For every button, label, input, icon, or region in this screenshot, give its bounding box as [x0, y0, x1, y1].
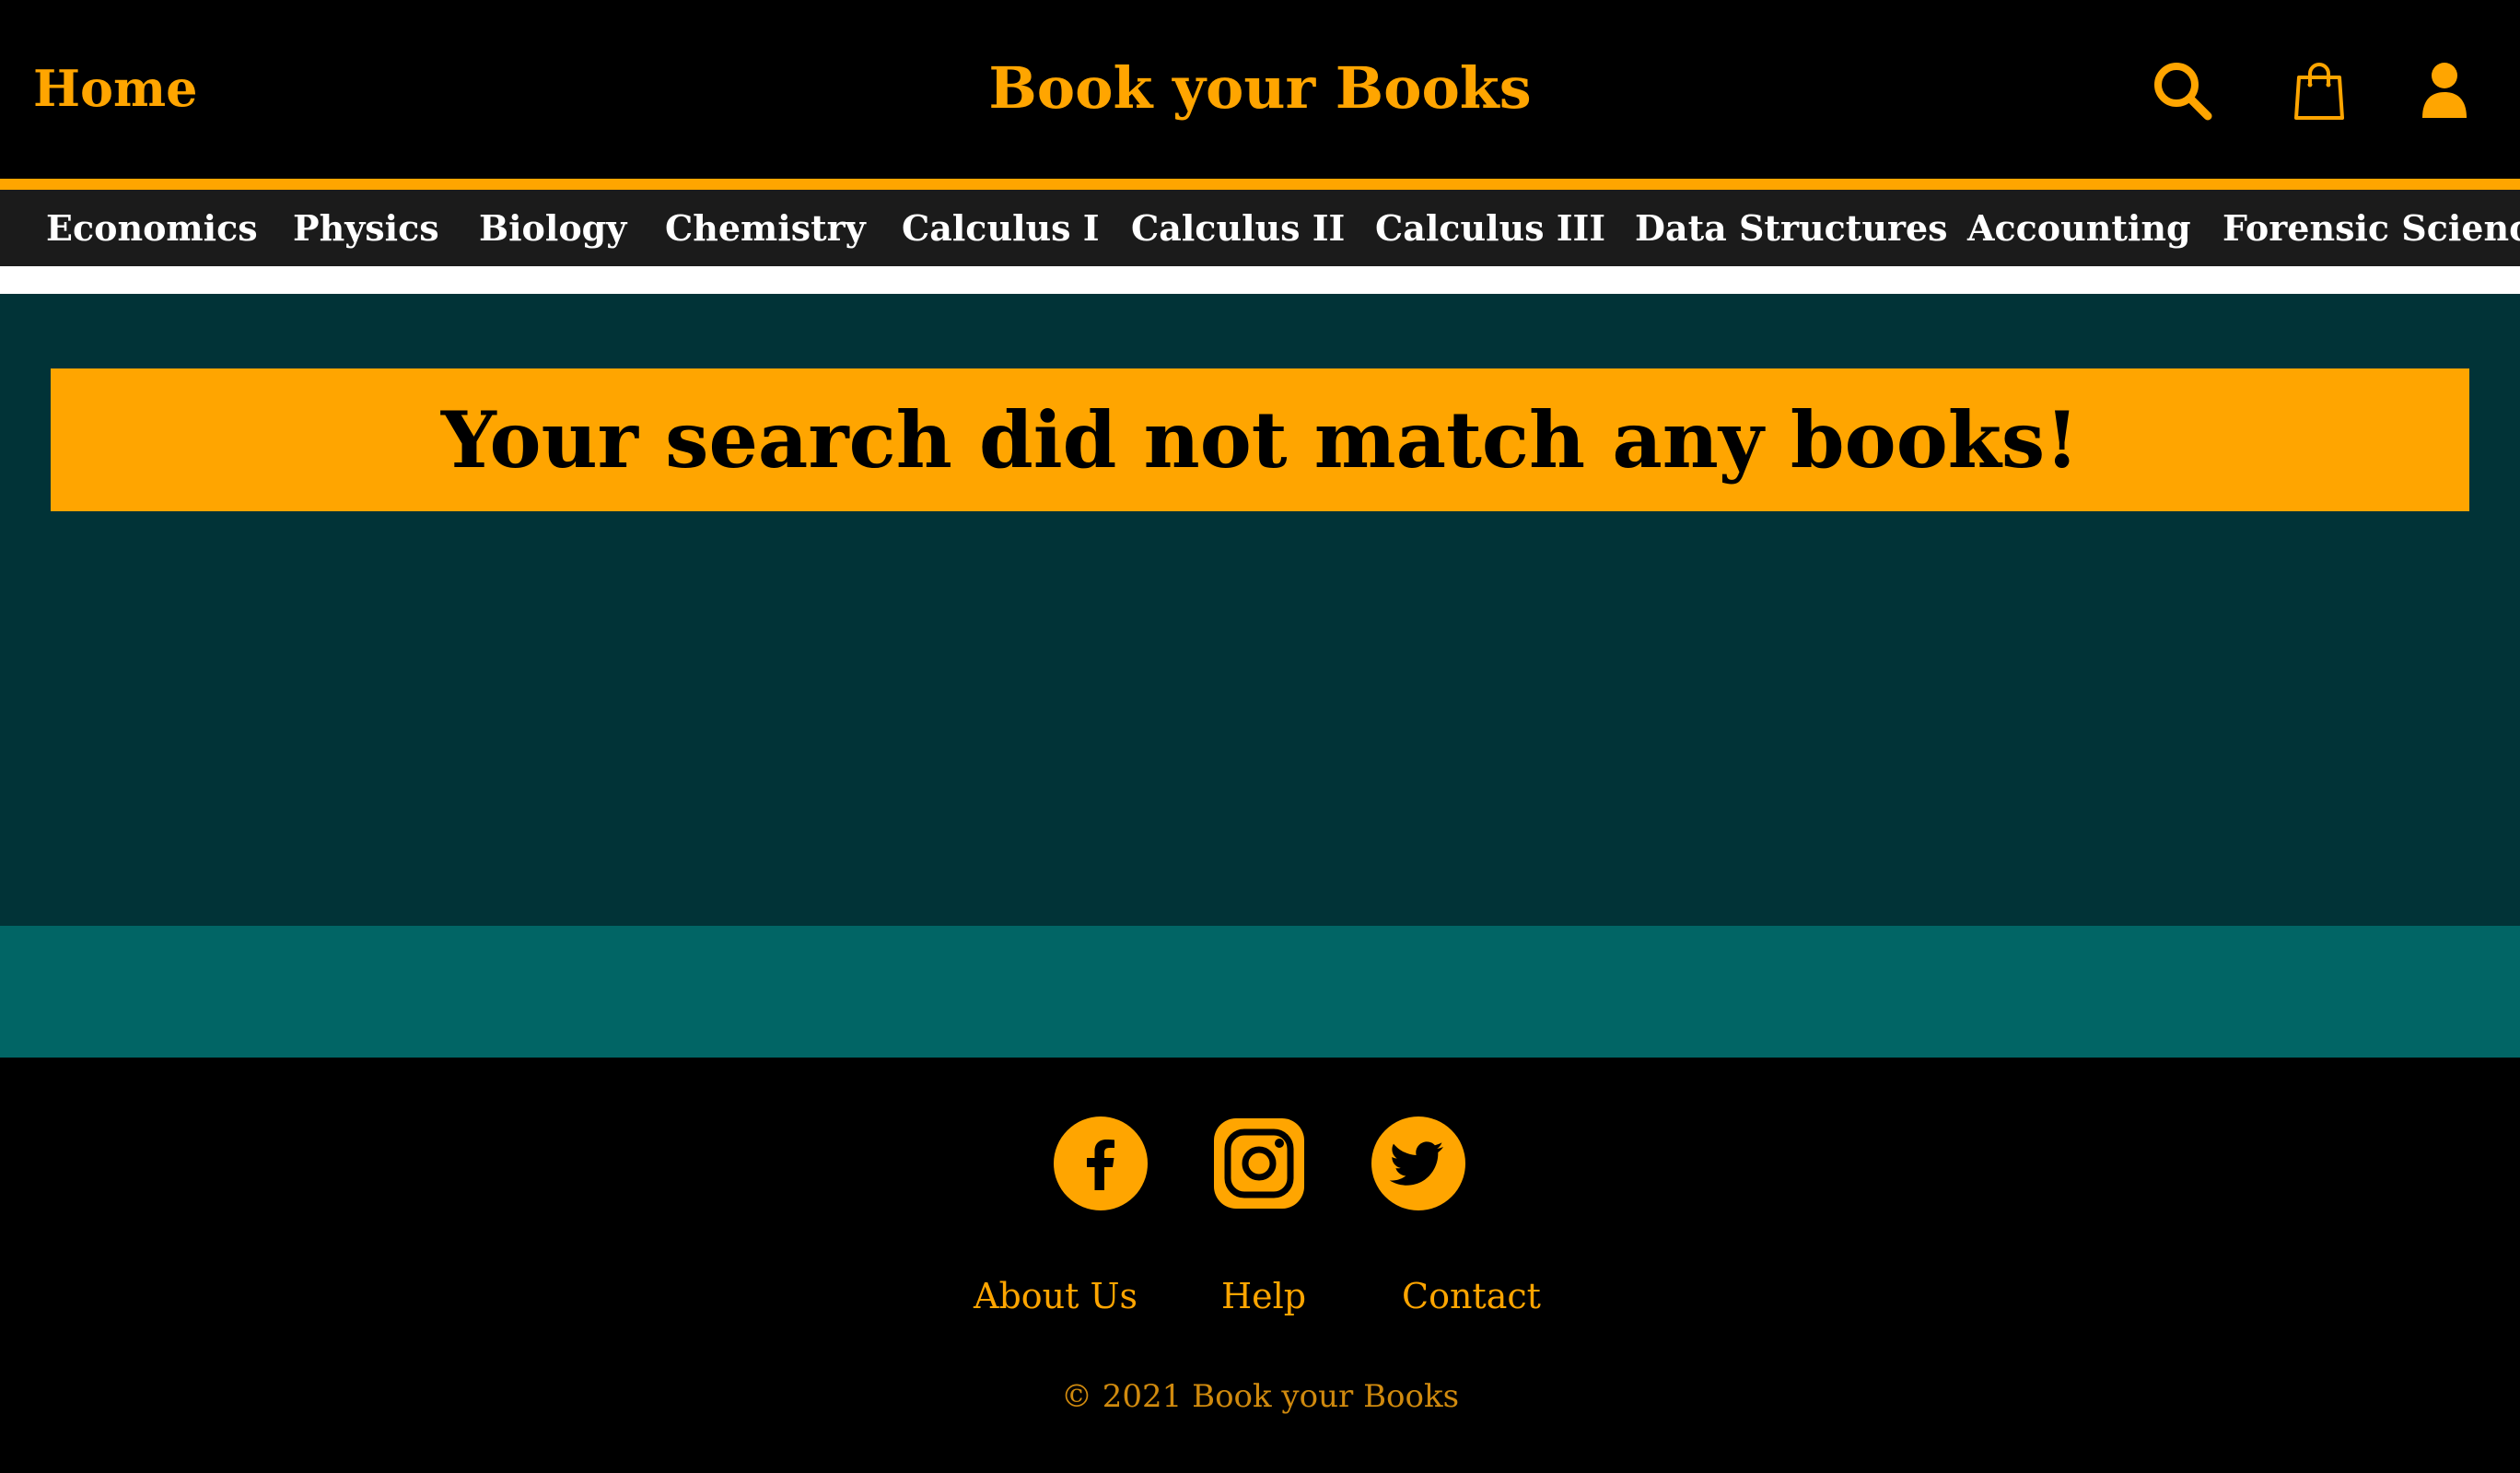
category-calculus-iii[interactable]: Calculus III: [1375, 190, 1605, 266]
twitter-icon[interactable]: [1371, 1116, 1465, 1210]
no-results-message: Your search did not match any books!: [440, 394, 2080, 485]
about-us-link[interactable]: About Us: [974, 1273, 1138, 1319]
category-economics[interactable]: Economics: [46, 190, 258, 266]
category-biology[interactable]: Biology: [479, 190, 626, 266]
site-header: Home Book your Books: [0, 0, 2520, 179]
category-accounting[interactable]: Accounting: [1967, 190, 2191, 266]
instagram-icon[interactable]: [1212, 1116, 1306, 1210]
category-data-structures[interactable]: Data Structures: [1635, 190, 1948, 266]
help-link[interactable]: Help: [1221, 1273, 1306, 1319]
site-footer: About Us Help Contact © 2021 Book your B…: [0, 1058, 2520, 1473]
contact-link[interactable]: Contact: [1402, 1273, 1541, 1319]
header-accent-line: [0, 179, 2520, 190]
divider-strip: [0, 266, 2520, 294]
search-results-area: Your search did not match any books!: [0, 294, 2520, 926]
user-icon[interactable]: [2411, 57, 2478, 123]
category-physics[interactable]: Physics: [293, 190, 439, 266]
category-nav: Economics Physics Biology Chemistry Calc…: [0, 190, 2520, 266]
site-title: Book your Books: [988, 54, 1532, 122]
category-forensic-science[interactable]: Forensic Science: [2222, 190, 2520, 266]
copyright-text: © 2021 Book your Books: [1060, 1378, 1460, 1415]
pre-footer-band: [0, 926, 2520, 1058]
search-icon[interactable]: [2149, 57, 2215, 123]
category-calculus-i[interactable]: Calculus I: [902, 190, 1100, 266]
facebook-icon[interactable]: [1054, 1116, 1148, 1210]
shopping-bag-icon[interactable]: [2286, 57, 2352, 123]
category-calculus-ii[interactable]: Calculus II: [1131, 190, 1345, 266]
no-results-banner: Your search did not match any books!: [51, 368, 2469, 511]
category-chemistry[interactable]: Chemistry: [665, 190, 866, 266]
